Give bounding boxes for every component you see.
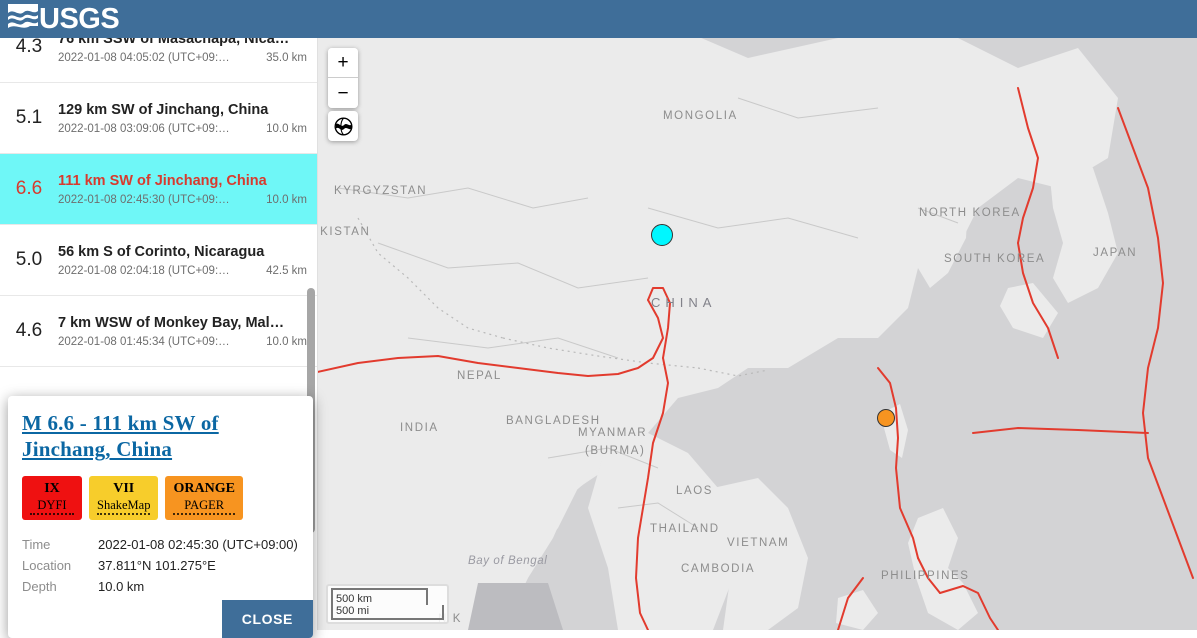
map-scale-bar: 500 km 500 mi — [326, 584, 449, 624]
magnitude-value: 6.6 — [15, 178, 43, 199]
earthquake-list-item[interactable]: 4.3 76 km SSW of Masachapa, Nica… 2022-01-… — [0, 38, 317, 83]
map-geometry — [318, 38, 1197, 630]
magnitude-value: 5.1 — [15, 107, 43, 128]
magnitude-value: 4.6 — [15, 320, 43, 341]
popup-badges: IX DYFI VII ShakeMap ORANGE PAGER — [22, 476, 299, 520]
magnitude-value: 5.0 — [15, 249, 43, 270]
earthquake-time: 2022-01-08 02:04:18 (UTC+09:0… — [58, 264, 236, 277]
popup-title-link[interactable]: M 6.6 - 111 km SW of Jinchang, China — [22, 410, 299, 462]
earthquake-depth: 10.0 km — [266, 122, 307, 135]
badge-name: PAGER — [173, 498, 235, 515]
earthquake-depth: 35.0 km — [266, 51, 307, 64]
badge-level: VII — [113, 481, 135, 496]
scale-mi: 500 mi — [331, 605, 444, 620]
badge-name: ShakeMap — [97, 498, 151, 515]
badge-level: ORANGE — [173, 481, 235, 496]
basemap-layers-button[interactable] — [328, 111, 358, 141]
popup-detail-table: Time 2022-01-08 02:45:30 (UTC+09:00) Locat… — [22, 534, 299, 597]
earthquake-list-item[interactable]: 5.0 56 km S of Corinto, Nicaragua 2022-01-… — [0, 225, 317, 296]
scale-km: 500 km — [331, 588, 428, 605]
badge-dyfi[interactable]: IX DYFI — [22, 476, 82, 520]
earthquake-time: 2022-01-08 02:45:30 (UTC+09:0… — [58, 193, 236, 206]
earthquake-depth: 10.0 km — [266, 335, 307, 348]
earthquake-list-item[interactable]: 6.6 111 km SW of Jinchang, China 2022-01-0… — [0, 154, 317, 225]
map-canvas[interactable]: MONGOLIAKYRGYZSTANJIKISTANNORTH KOREASOU… — [318, 38, 1197, 630]
usgs-wave-logo-icon — [8, 4, 38, 34]
earthquake-place: 111 km SW of Jinchang, China — [58, 172, 267, 189]
earthquake-place: 76 km SSW of Masachapa, Nica… — [58, 38, 290, 47]
detail-row: Time 2022-01-08 02:45:30 (UTC+09:00) — [22, 534, 299, 555]
earthquake-time: 2022-01-08 01:45:34 (UTC+09:0… — [58, 335, 236, 348]
badge-shakemap[interactable]: VII ShakeMap — [89, 476, 159, 520]
earthquake-list-item[interactable]: 4.6 7 km WSW of Monkey Bay, Mal… 2022-01-0… — [0, 296, 317, 367]
popup-close-button[interactable]: CLOSE — [221, 600, 313, 638]
earthquake-list-item[interactable]: 5.1 129 km SW of Jinchang, China 2022-01-0… — [0, 83, 317, 154]
earthquake-place: 56 km S of Corinto, Nicaragua — [58, 243, 265, 260]
earthquake-depth: 42.5 km — [266, 264, 307, 277]
detail-row: Location 37.811°N 101.275°E — [22, 555, 299, 576]
earthquake-time: 2022-01-08 04:05:02 (UTC+09:0… — [58, 51, 236, 64]
earthquake-place: 129 km SW of Jinchang, China — [58, 101, 269, 118]
zoom-in-button[interactable]: + — [328, 48, 358, 78]
zoom-controls[interactable]: + − — [328, 48, 358, 108]
detail-row: Depth 10.0 km — [22, 576, 299, 597]
usgs-logo[interactable]: USGS — [8, 2, 120, 36]
detail-key: Depth — [22, 579, 57, 594]
earthquake-place: 7 km WSW of Monkey Bay, Mal… — [58, 314, 285, 331]
badge-level: IX — [44, 481, 60, 496]
badge-name: DYFI — [30, 498, 74, 515]
globe-icon — [333, 116, 353, 136]
earthquake-list: 4.3 76 km SSW of Masachapa, Nica… 2022-01-… — [0, 38, 317, 367]
selected-quake-marker[interactable] — [651, 224, 673, 246]
detail-value: 10.0 km — [98, 579, 145, 594]
zoom-out-button[interactable]: − — [328, 78, 358, 108]
earthquake-time: 2022-01-08 03:09:06 (UTC+09:0… — [58, 122, 236, 135]
detail-value: 37.811°N 101.275°E — [98, 558, 216, 573]
usgs-header: USGS — [0, 0, 1197, 38]
quake-marker-taiwan[interactable] — [877, 409, 895, 427]
detail-key: Time — [22, 537, 51, 552]
badge-pager[interactable]: ORANGE PAGER — [165, 476, 243, 520]
usgs-wordmark: USGS — [39, 3, 120, 35]
detail-value: 2022-01-08 02:45:30 (UTC+09:00) — [98, 537, 298, 552]
earthquake-detail-popup[interactable]: M 6.6 - 111 km SW of Jinchang, China IX D… — [8, 396, 313, 638]
earthquake-depth: 10.0 km — [266, 193, 307, 206]
detail-key: Location — [22, 558, 72, 573]
magnitude-value: 4.3 — [15, 38, 43, 57]
